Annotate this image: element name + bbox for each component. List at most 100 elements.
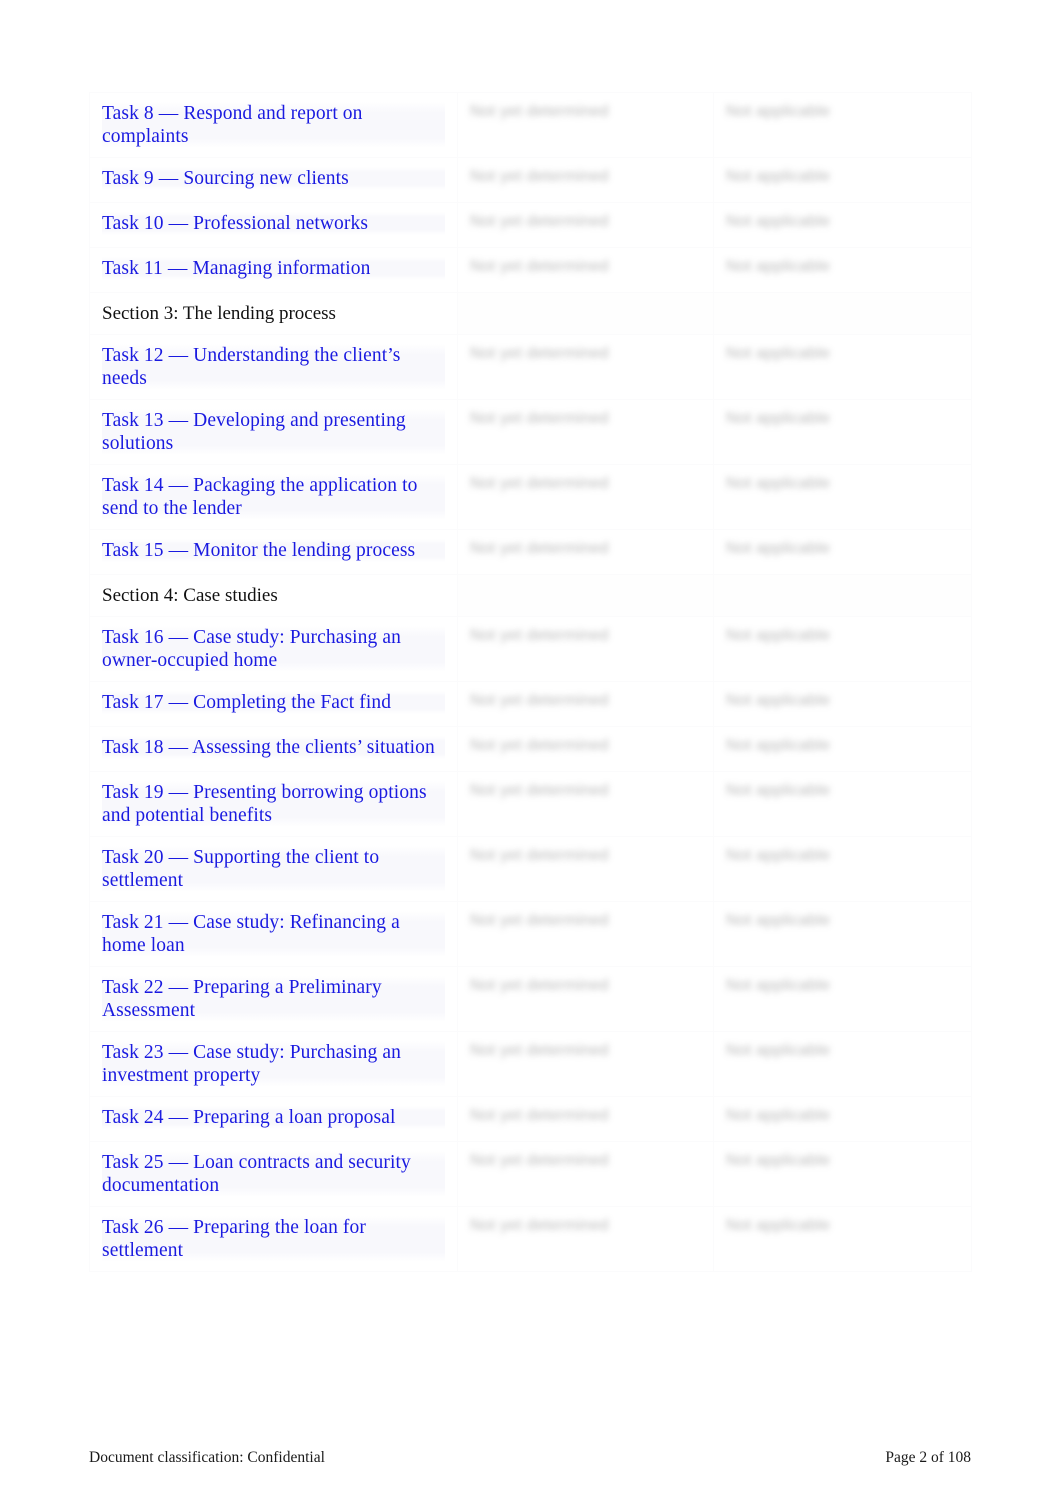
cell-content: Not applicable — [714, 727, 971, 765]
toc-title-cell: Section 3: The lending process — [89, 292, 458, 335]
table-row: Task 18 — Assessing the clients’ situati… — [89, 726, 972, 772]
redacted-reference-text: Not applicable — [726, 1152, 831, 1169]
cell-content: Task 12 — Understanding the client’s nee… — [90, 335, 457, 399]
cell-content: Not yet determined — [458, 727, 713, 765]
redacted-reference-text: Not applicable — [726, 168, 831, 185]
task-link[interactable]: Task 11 — Managing information — [102, 257, 445, 280]
cell-content: Not yet determined — [458, 1032, 713, 1070]
cell-content: Task 10 — Professional networks — [90, 203, 457, 244]
redacted-status-text: Not yet determined — [470, 540, 609, 557]
section-heading: Section 3: The lending process — [102, 303, 336, 324]
redacted-status-text: Not yet determined — [470, 692, 609, 709]
toc-status-cell: Not yet determined — [457, 726, 714, 772]
task-link[interactable]: Task 21 — Case study: Refinancing a home… — [102, 911, 445, 957]
cell-content: Not yet determined — [458, 248, 713, 286]
toc-title-cell: Task 17 — Completing the Fact find — [89, 681, 458, 727]
redacted-status-text: Not yet determined — [470, 1107, 609, 1124]
cell-content: Not applicable — [714, 530, 971, 568]
section-header-row: Section 3: The lending process — [89, 292, 972, 335]
cell-content: Not yet determined — [458, 967, 713, 1005]
toc-title-cell: Task 25 — Loan contracts and security do… — [89, 1141, 458, 1207]
table-of-contents-body: Task 8 — Respond and report on complaint… — [89, 92, 972, 1272]
task-link[interactable]: Task 20 — Supporting the client to settl… — [102, 846, 445, 892]
toc-status-cell — [457, 292, 714, 335]
redacted-status-text: Not yet determined — [470, 912, 609, 929]
redacted-status-text: Not yet determined — [470, 782, 609, 799]
table-row: Task 19 — Presenting borrowing options a… — [89, 771, 972, 837]
cell-content: Not applicable — [714, 203, 971, 241]
task-link[interactable]: Task 8 — Respond and report on complaint… — [102, 102, 445, 148]
cell-content: Not applicable — [714, 967, 971, 1005]
toc-reference-cell: Not applicable — [713, 1141, 972, 1207]
redacted-status-text: Not yet determined — [470, 213, 609, 230]
task-link[interactable]: Task 22 — Preparing a Preliminary Assess… — [102, 976, 445, 1022]
toc-status-cell: Not yet determined — [457, 1096, 714, 1142]
cell-content: Task 14 — Packaging the application to s… — [90, 465, 457, 529]
task-link[interactable]: Task 12 — Understanding the client’s nee… — [102, 344, 445, 390]
toc-reference-cell: Not applicable — [713, 1206, 972, 1272]
toc-reference-cell: Not applicable — [713, 836, 972, 902]
redacted-status-text: Not yet determined — [470, 847, 609, 864]
cell-content: Not yet determined — [458, 530, 713, 568]
cell-content: Not applicable — [714, 837, 971, 875]
toc-status-cell: Not yet determined — [457, 334, 714, 400]
toc-status-cell — [457, 574, 714, 617]
cell-content: Not applicable — [714, 158, 971, 196]
cell-content: Not yet determined — [458, 203, 713, 241]
toc-reference-cell: Not applicable — [713, 771, 972, 837]
task-link[interactable]: Task 18 — Assessing the clients’ situati… — [102, 736, 445, 759]
task-link[interactable]: Task 26 — Preparing the loan for settlem… — [102, 1216, 445, 1262]
document-page: Task 8 — Respond and report on complaint… — [0, 0, 1062, 1506]
cell-content: Not yet determined — [458, 902, 713, 940]
toc-title-cell: Section 4: Case studies — [89, 574, 458, 617]
redacted-reference-text: Not applicable — [726, 345, 831, 362]
redacted-reference-text: Not applicable — [726, 737, 831, 754]
toc-reference-cell: Not applicable — [713, 681, 972, 727]
toc-reference-cell: Not applicable — [713, 616, 972, 682]
task-link[interactable]: Task 15 — Monitor the lending process — [102, 539, 445, 562]
table-row: Task 17 — Completing the Fact find Not ye… — [89, 681, 972, 727]
task-link[interactable]: Task 19 — Presenting borrowing options a… — [102, 781, 445, 827]
toc-status-cell: Not yet determined — [457, 399, 714, 465]
toc-title-cell: Task 23 — Case study: Purchasing an inve… — [89, 1031, 458, 1097]
cell-content: Not yet determined — [458, 335, 713, 373]
task-link[interactable]: Task 23 — Case study: Purchasing an inve… — [102, 1041, 445, 1087]
redacted-reference-text: Not applicable — [726, 1217, 831, 1234]
redacted-reference-text: Not applicable — [726, 1042, 831, 1059]
toc-reference-cell: Not applicable — [713, 1031, 972, 1097]
table-row: Task 11 — Managing information Not yet de… — [89, 247, 972, 293]
toc-title-cell: Task 24 — Preparing a loan proposal — [89, 1096, 458, 1142]
toc-status-cell: Not yet determined — [457, 1141, 714, 1207]
task-link[interactable]: Task 25 — Loan contracts and security do… — [102, 1151, 445, 1197]
task-link[interactable]: Task 14 — Packaging the application to s… — [102, 474, 445, 520]
cell-content: Task 17 — Completing the Fact find — [90, 682, 457, 723]
cell-content: Task 20 — Supporting the client to settl… — [90, 837, 457, 901]
cell-content: Task 23 — Case study: Purchasing an inve… — [90, 1032, 457, 1096]
toc-status-cell: Not yet determined — [457, 464, 714, 530]
toc-status-cell: Not yet determined — [457, 966, 714, 1032]
task-link[interactable]: Task 17 — Completing the Fact find — [102, 691, 445, 714]
cell-content: Task 22 — Preparing a Preliminary Assess… — [90, 967, 457, 1031]
cell-content: Task 21 — Case study: Refinancing a home… — [90, 902, 457, 966]
task-link[interactable]: Task 9 — Sourcing new clients — [102, 167, 445, 190]
redacted-status-text: Not yet determined — [470, 1042, 609, 1059]
redacted-reference-text: Not applicable — [726, 912, 831, 929]
cell-content: Not applicable — [714, 400, 971, 438]
task-link[interactable]: Task 10 — Professional networks — [102, 212, 445, 235]
redacted-status-text: Not yet determined — [470, 627, 609, 644]
cell-content: Task 16 — Case study: Purchasing an owne… — [90, 617, 457, 681]
toc-status-cell: Not yet determined — [457, 1031, 714, 1097]
section-header-row: Section 4: Case studies — [89, 574, 972, 617]
toc-title-cell: Task 16 — Case study: Purchasing an owne… — [89, 616, 458, 682]
toc-title-cell: Task 18 — Assessing the clients’ situati… — [89, 726, 458, 772]
toc-title-cell: Task 8 — Respond and report on complaint… — [89, 92, 458, 158]
cell-content: Not yet determined — [458, 682, 713, 720]
task-link[interactable]: Task 13 — Developing and presenting solu… — [102, 409, 445, 455]
toc-title-cell: Task 26 — Preparing the loan for settlem… — [89, 1206, 458, 1272]
cell-content — [714, 293, 971, 311]
cell-content: Section 3: The lending process — [90, 293, 457, 334]
toc-reference-cell: Not applicable — [713, 334, 972, 400]
table-row: Task 14 — Packaging the application to s… — [89, 464, 972, 530]
task-link[interactable]: Task 24 — Preparing a loan proposal — [102, 1106, 445, 1129]
task-link[interactable]: Task 16 — Case study: Purchasing an owne… — [102, 626, 445, 672]
